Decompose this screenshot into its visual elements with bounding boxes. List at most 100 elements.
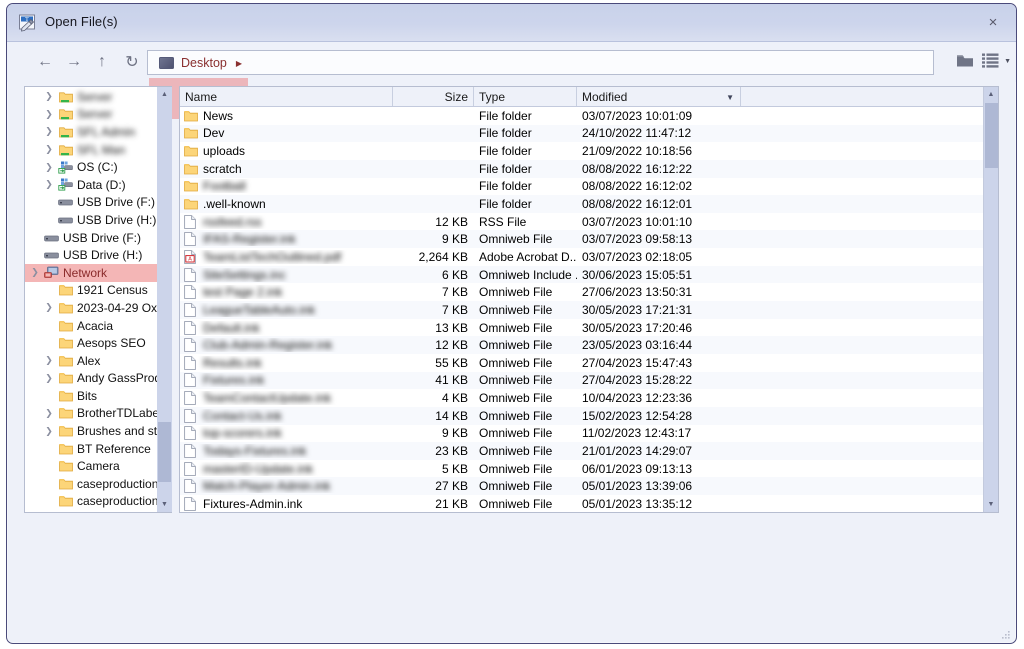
tree-item[interactable]: caseproductions_s [25, 493, 157, 511]
expander-icon[interactable]: ❯ [41, 144, 57, 155]
tree-scroll-down-icon[interactable]: ▼ [157, 497, 172, 512]
folder-tree[interactable]: ❯ Server ❯ Server ❯ SFL Admin ❯ SFL Man ❯ OS (C:)… [24, 86, 157, 513]
file-list-scrollbar[interactable]: ▲ ▼ [983, 87, 998, 512]
expander-icon[interactable]: ❯ [41, 408, 57, 419]
file-row[interactable]: Football File folder 08/08/2022 16:12:02 [180, 178, 998, 196]
expander-icon[interactable]: ❯ [41, 126, 57, 137]
tree-item[interactable]: ❯ BrotherTDLabelPr [25, 405, 157, 423]
file-row[interactable]: top-scorers.ink 9 KB Omniweb File 11/02/202… [180, 425, 998, 443]
file-row[interactable]: Club-Admin-Register.ink 12 KB Omniweb File… [180, 336, 998, 354]
breadcrumb[interactable]: Desktop ▶ [159, 54, 242, 72]
view-mode-chevron-icon[interactable]: ▼ [1004, 58, 1011, 65]
file-row[interactable]: Dev File folder 24/10/2022 11:47:12 [180, 124, 998, 143]
file-row[interactable]: Results.ink 55 KB Omniweb File 27/04/2023 1… [180, 354, 998, 372]
file-name-cell: Fixtures-Admin.ink [180, 497, 393, 511]
tree-item[interactable]: ❯ Server [25, 106, 157, 124]
tree-item[interactable]: ❯ Andy GassProduc [25, 370, 157, 388]
tree-item-label: 2023-04-29 Oxted [77, 300, 157, 315]
tree-scroll-up-icon[interactable]: ▲ [157, 87, 172, 102]
address-bar[interactable] [147, 50, 934, 75]
expander-icon[interactable]: ❯ [41, 91, 57, 102]
file-modified-cell: 27/04/2023 15:28:22 [582, 373, 693, 388]
file-row[interactable]: News File folder 03/07/2023 10:01:09 [180, 107, 998, 125]
file-row[interactable]: TeamContactUpdate.ink 4 KB Omniweb File 10/… [180, 389, 998, 407]
tree-item[interactable]: ❯Credit Card Logos [25, 510, 157, 512]
list-scroll-thumb[interactable] [985, 103, 998, 168]
file-type-cell: File folder [479, 144, 532, 159]
column-header-name[interactable]: Name [180, 87, 393, 106]
file-row[interactable]: scratch File folder 08/08/2022 16:12:22 [180, 159, 998, 178]
tree-item[interactable]: ❯ Brushes and stuff [25, 422, 157, 440]
file-row[interactable]: Match-Player-Admin.ink 27 KB Omniweb File 0… [180, 477, 998, 496]
list-scroll-down-icon[interactable]: ▼ [984, 497, 998, 512]
tree-item[interactable]: 1921 Census [25, 282, 157, 300]
folder-icon [184, 163, 199, 175]
folder-icon [57, 372, 74, 384]
file-row[interactable]: LeagueTableAuto.ink 7 KB Omniweb File 30/05… [180, 301, 998, 319]
file-row[interactable]: IFAS-Register.ink 9 KB Omniweb File 03/07/2… [180, 230, 998, 249]
file-row[interactable]: .well-known File folder 08/08/2022 16:12:0… [180, 195, 998, 213]
tree-item[interactable]: Camera [25, 457, 157, 475]
resize-grip[interactable] [1001, 629, 1011, 639]
file-row[interactable]: SiteSettings.inc 6 KB Omniweb Include ... 3… [180, 265, 998, 284]
file-row[interactable]: masterID-Update.ink 5 KB Omniweb File 06/01… [180, 460, 998, 478]
column-header-type[interactable]: Type [474, 87, 577, 106]
tree-item[interactable]: USB Drive (H:) [25, 211, 157, 229]
tree-item[interactable]: USB Drive (F:) [25, 194, 157, 212]
refresh-button[interactable]: ↻ [119, 49, 145, 75]
tree-item[interactable]: ❯ Server [25, 88, 157, 106]
tree-item[interactable]: ❯ 2023-04-29 Oxted [25, 299, 157, 317]
file-row[interactable]: A TeamListTechOutlined.pdf 2,264 KB Adobe A… [180, 248, 998, 266]
expander-icon[interactable]: ❯ [41, 109, 57, 120]
tree-item[interactable]: ❯ Network [25, 263, 157, 282]
tree-item[interactable]: BT Reference [25, 440, 157, 458]
file-row[interactable]: rssfeed.rss 12 KB RSS File 03/07/2023 10:01… [180, 213, 998, 231]
file-row[interactable]: Todays-Fixtures.ink 23 KB Omniweb File 21/0… [180, 442, 998, 460]
new-folder-icon[interactable] [956, 53, 974, 68]
expander-icon[interactable]: ❯ [41, 355, 57, 366]
tree-scrollbar[interactable]: ▲ ▼ [157, 86, 172, 513]
view-mode-icon[interactable] [982, 53, 999, 68]
expander-icon[interactable]: ❯ [41, 302, 57, 313]
file-row[interactable]: Fixtures.ink 41 KB Omniweb File 27/04/2023 … [180, 371, 998, 390]
expander-icon[interactable]: ❯ [27, 267, 43, 278]
up-button[interactable]: ↑ [89, 49, 115, 75]
tree-item[interactable]: ❯ SFL Admin [25, 123, 157, 141]
back-button[interactable]: ← [32, 49, 58, 75]
tree-item[interactable]: ❯ Alex [25, 352, 157, 370]
file-name-text: Fixtures.ink [203, 373, 265, 388]
close-button[interactable]: × [970, 4, 1016, 40]
list-scroll-up-icon[interactable]: ▲ [984, 87, 998, 102]
tree-item[interactable]: Aesops SEO [25, 334, 157, 352]
tree-item[interactable]: ❯ SFL Man [25, 141, 157, 159]
file-icon [184, 373, 199, 388]
expander-icon[interactable]: ❯ [41, 162, 57, 173]
file-list[interactable]: Name Size Type Modified ▼ News File folde… [179, 86, 999, 513]
tree-scroll-thumb[interactable] [158, 422, 171, 482]
forward-button[interactable]: → [61, 49, 87, 75]
file-row[interactable]: Contact-Us.ink 14 KB Omniweb File 15/02/202… [180, 406, 998, 425]
expander-icon[interactable]: ❯ [41, 373, 57, 384]
expander-icon[interactable]: ❯ [41, 179, 57, 190]
file-row[interactable]: test Page 2.ink 7 KB Omniweb File 27/06/202… [180, 283, 998, 301]
file-row[interactable]: Fixtures-Admin.ink 21 KB Omniweb File 05/01… [180, 495, 998, 512]
tree-item[interactable]: Acacia [25, 317, 157, 335]
tree-item[interactable]: USB Drive (F:) [25, 229, 157, 247]
file-row[interactable]: Default.ink 13 KB Omniweb File 30/05/2023 1… [180, 319, 998, 337]
file-type-cell: Omniweb Include ... [479, 267, 577, 282]
file-row[interactable]: uploads File folder 21/09/2022 10:18:56 [180, 142, 998, 160]
tree-item-label: 1921 Census [77, 283, 148, 298]
file-name-text: Fixtures-Admin.ink [203, 496, 303, 511]
expander-icon[interactable]: ❯ [41, 426, 57, 437]
tree-item[interactable]: ❯ OS (C:) [25, 158, 157, 176]
file-type-cell: Omniweb File [479, 443, 553, 458]
column-header-modified[interactable]: Modified ▼ [577, 87, 741, 106]
tree-item[interactable]: caseproductions_ [25, 475, 157, 493]
file-name-cell: IFAS-Register.ink [180, 232, 393, 246]
tree-item[interactable]: USB Drive (H:) [25, 246, 157, 264]
tree-item[interactable]: Bits [25, 387, 157, 405]
chevron-right-icon[interactable]: ▶ [236, 59, 242, 68]
tree-item[interactable]: ❯ Data (D:) [25, 176, 157, 194]
column-header-size[interactable]: Size [393, 87, 474, 106]
tree-item-label: Data (D:) [77, 177, 126, 192]
